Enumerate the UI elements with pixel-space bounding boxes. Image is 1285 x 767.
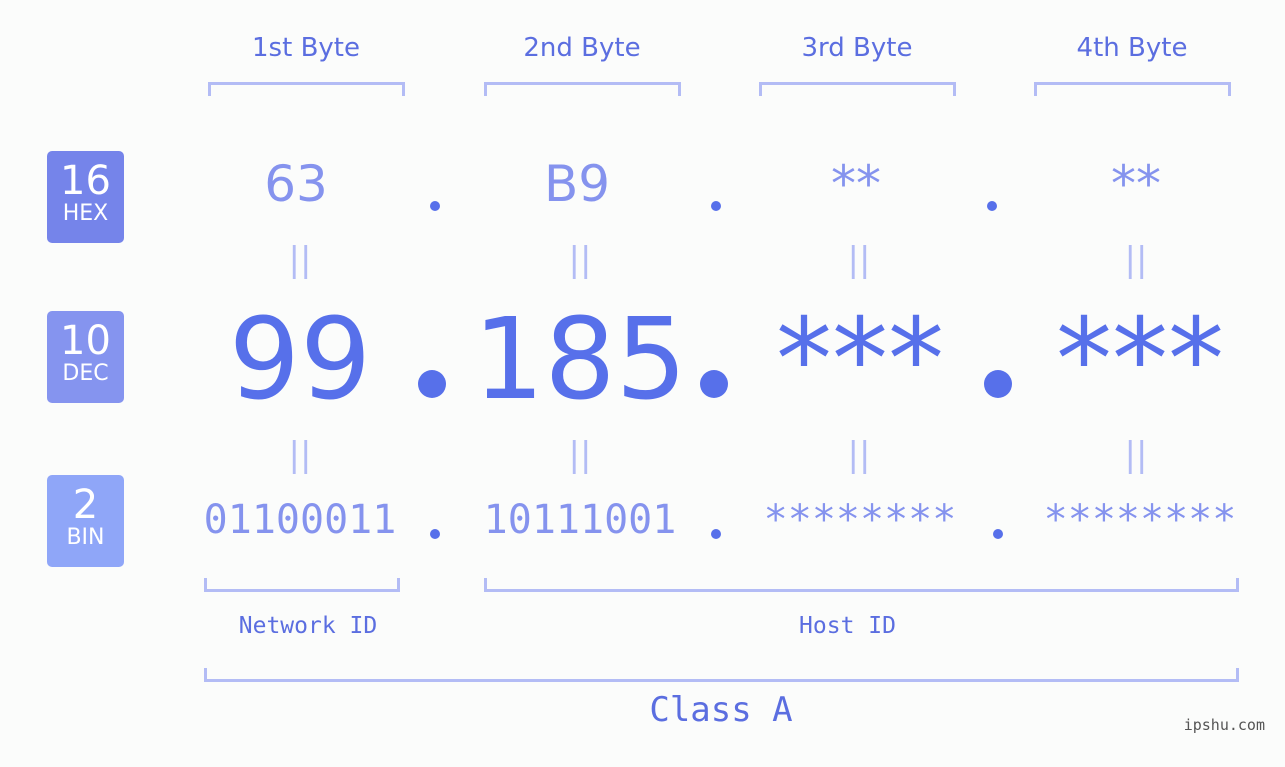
dec-dot-1: [418, 370, 446, 398]
hex-base-number: 16: [60, 158, 111, 204]
equals-hex-dec-3: ||: [847, 240, 871, 280]
equals-hex-dec-2: ||: [568, 240, 592, 280]
byte-3-bracket: [759, 82, 956, 96]
host-id-label: Host ID: [799, 613, 896, 639]
byte-header-2: 2nd Byte: [523, 33, 641, 63]
byte-2-bracket: [484, 82, 681, 96]
network-id-label: Network ID: [238, 613, 378, 639]
byte-header-4: 4th Byte: [1076, 33, 1188, 63]
bin-octet-3: ********: [763, 497, 957, 543]
hex-octet-4: **: [1111, 155, 1161, 213]
host-id-bracket: [484, 578, 1239, 592]
network-id-bracket: [204, 578, 400, 592]
byte-1-bracket: [208, 82, 405, 96]
hex-octet-2: B9: [543, 155, 611, 213]
equals-hex-dec-4: ||: [1124, 240, 1148, 280]
dec-dot-3: [984, 370, 1012, 398]
equals-dec-bin-3: ||: [847, 435, 871, 475]
dec-octet-1: 99: [228, 295, 372, 425]
bin-dot-1: [430, 529, 440, 539]
bin-badge: 2 BIN: [47, 475, 124, 567]
bin-dot-2: [711, 529, 721, 539]
dec-base-number: 10: [60, 318, 111, 364]
hex-base-label: HEX: [62, 201, 109, 226]
bin-base-label: BIN: [66, 525, 105, 550]
bin-octet-4: ********: [1043, 497, 1237, 543]
dec-octet-2: 185: [473, 295, 687, 425]
hex-dot-1: [430, 201, 440, 211]
bin-octet-2: 10111001: [483, 497, 677, 543]
byte-4-bracket: [1034, 82, 1231, 96]
equals-dec-bin-4: ||: [1124, 435, 1148, 475]
hex-dot-2: [711, 201, 721, 211]
bin-octet-1: 01100011: [203, 497, 397, 543]
dec-dot-2: [700, 370, 728, 398]
byte-header-3: 3rd Byte: [801, 33, 913, 63]
hex-badge: 16 HEX: [47, 151, 124, 243]
class-bracket: [204, 668, 1239, 682]
hex-octet-3: **: [831, 155, 881, 213]
hex-dot-3: [987, 201, 997, 211]
bin-dot-3: [993, 529, 1003, 539]
dec-base-label: DEC: [62, 361, 109, 386]
hex-octet-1: 63: [264, 155, 328, 213]
class-label: Class A: [649, 690, 793, 730]
byte-header-1: 1st Byte: [252, 33, 360, 63]
dec-badge: 10 DEC: [47, 311, 124, 403]
equals-dec-bin-2: ||: [568, 435, 592, 475]
watermark: ipshu.com: [1183, 716, 1265, 734]
equals-dec-bin-1: ||: [288, 435, 312, 475]
dec-octet-3: ***: [776, 295, 944, 425]
bin-base-number: 2: [72, 482, 99, 528]
equals-hex-dec-1: ||: [288, 240, 312, 280]
dec-octet-4: ***: [1056, 295, 1224, 425]
